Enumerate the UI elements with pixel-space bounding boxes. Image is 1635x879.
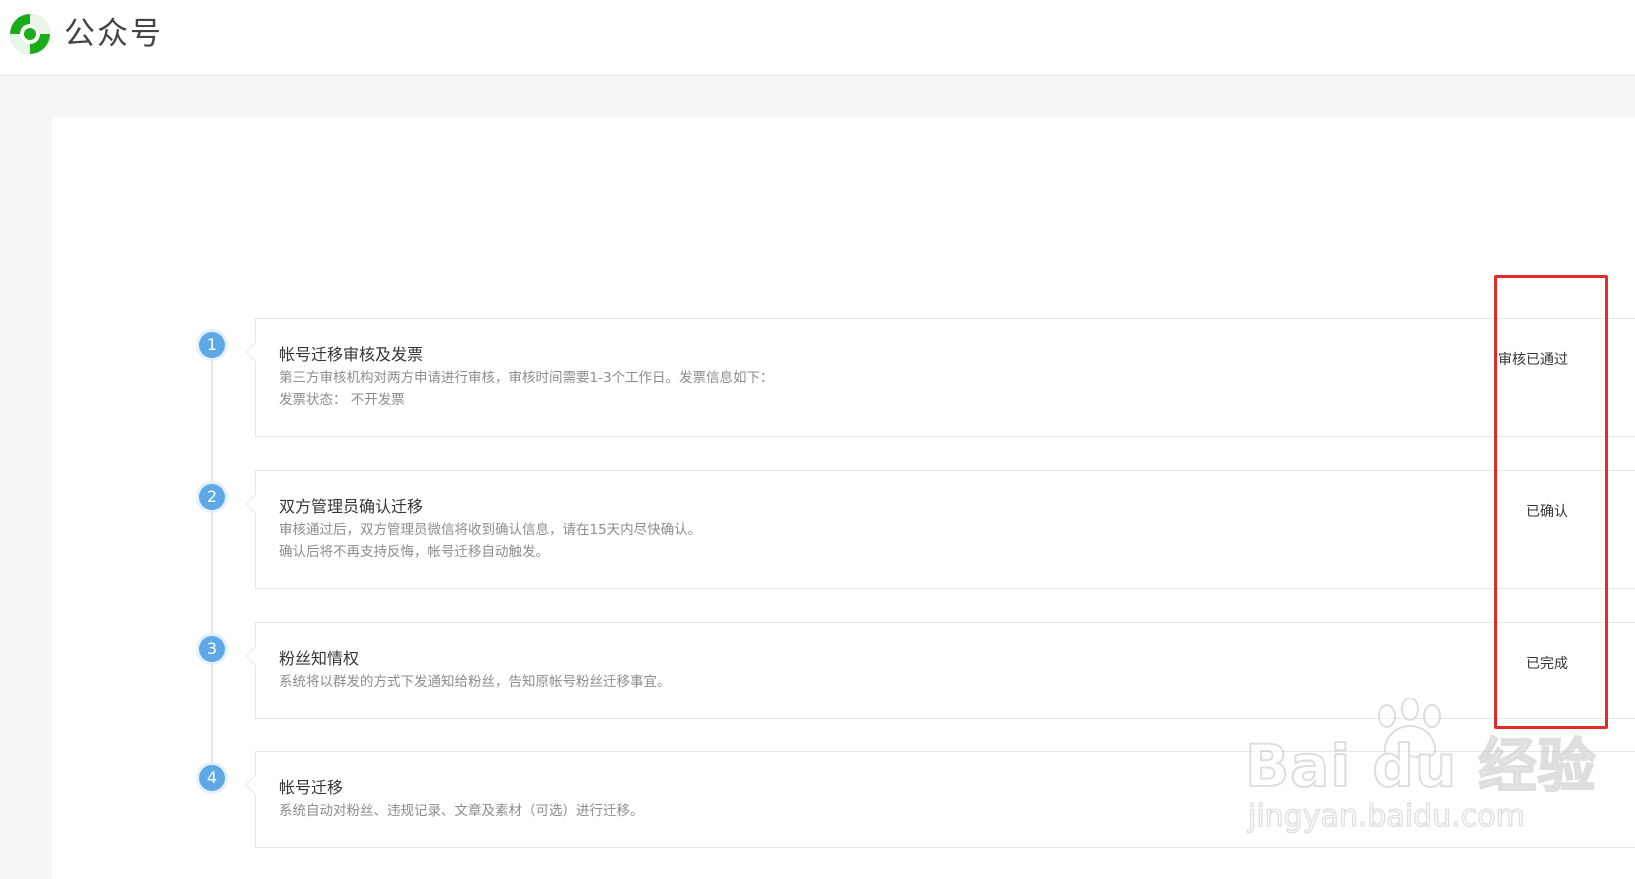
step-title: 帐号迁移审核及发票	[279, 345, 424, 364]
step-status: 已确认	[1526, 504, 1568, 520]
step-card-4: 帐号迁移 系统自动对粉丝、违规记录、文章及素材（可选）进行迁移。	[255, 751, 1635, 848]
step-badge-3: 3	[199, 636, 225, 662]
timeline-rail	[211, 345, 213, 785]
step-description: 审核通过后，双方管理员微信将收到确认信息，请在15天内尽快确认。	[279, 522, 702, 538]
step-badge-2: 2	[199, 484, 225, 510]
wechat-official-account-logo-icon[interactable]	[8, 12, 52, 56]
top-bar: 公众号	[0, 0, 1635, 76]
step-description: 确认后将不再支持反悔，帐号迁移自动触发。	[279, 544, 549, 560]
brand-title[interactable]: 公众号	[64, 12, 163, 56]
step-description: 系统自动对粉丝、违规记录、文章及素材（可选）进行迁移。	[279, 803, 644, 819]
step-card-2: 双方管理员确认迁移 审核通过后，双方管理员微信将收到确认信息，请在15天内尽快确…	[255, 470, 1635, 589]
step-card-1: 帐号迁移审核及发票 第三方审核机构对两方申请进行审核，审核时间需要1-3个工作日…	[255, 318, 1635, 437]
step-title: 帐号迁移	[279, 778, 344, 797]
step-badge-4: 4	[199, 765, 225, 791]
step-description: 系统将以群发的方式下发通知给粉丝，告知原帐号粉丝迁移事宜。	[279, 674, 671, 690]
step-description: 第三方审核机构对两方申请进行审核，审核时间需要1-3个工作日。发票信息如下：	[279, 370, 774, 386]
step-card-3: 粉丝知情权 系统将以群发的方式下发通知给粉丝，告知原帐号粉丝迁移事宜。 已完成	[255, 622, 1635, 719]
step-status: 审核已通过	[1498, 352, 1568, 368]
step-title: 双方管理员确认迁移	[279, 497, 424, 516]
step-status: 已完成	[1526, 656, 1568, 672]
step-title: 粉丝知情权	[279, 649, 360, 668]
step-badge-1: 1	[199, 332, 225, 358]
invoice-status-text: 发票状态： 不开发票	[279, 392, 405, 408]
